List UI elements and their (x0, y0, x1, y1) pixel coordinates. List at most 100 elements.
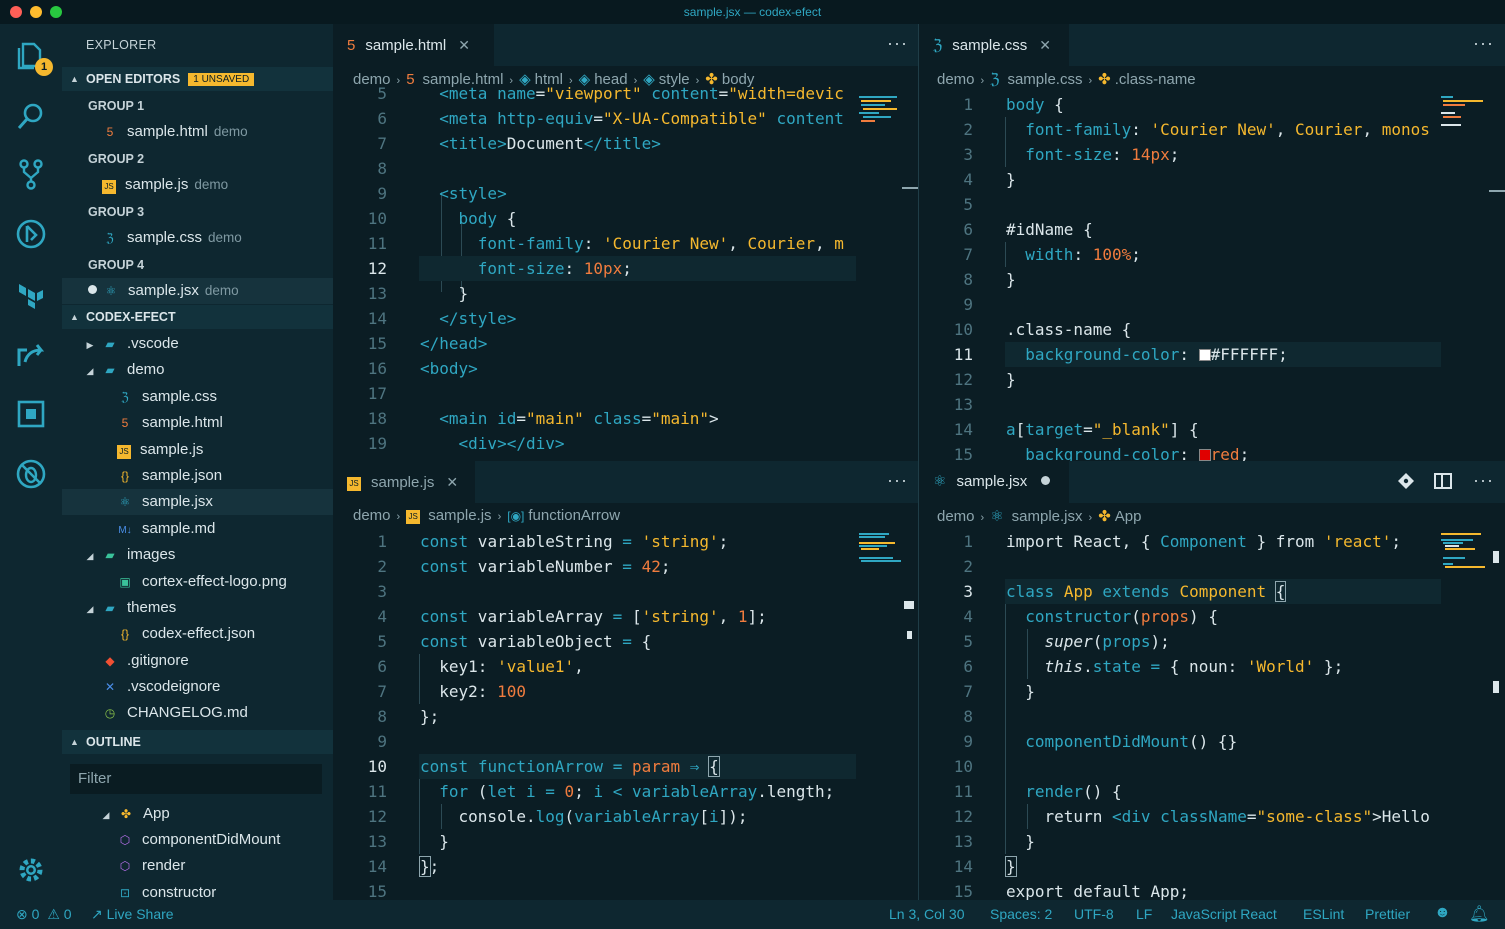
live-share-button[interactable]: ↗ Live Share (91, 906, 174, 923)
outline-header[interactable]: ▲ OUTLINE (62, 730, 333, 754)
react-file-icon: ⚛ (119, 495, 131, 509)
breadcrumb-item[interactable]: .class-name (1115, 71, 1196, 88)
breadcrumb-item[interactable]: functionArrow (528, 507, 620, 524)
open-editors-header[interactable]: ▲ OPEN EDITORS 1 UNSAVED (62, 67, 333, 91)
breadcrumb-item[interactable]: App (1115, 508, 1142, 525)
tree-item[interactable]: JS sample.js (62, 437, 333, 463)
breadcrumb-item[interactable]: sample.jsx (1012, 508, 1083, 525)
open-editor-sample-js[interactable]: JS sample.js demo (62, 172, 333, 198)
explorer-icon[interactable]: 1 (13, 38, 53, 76)
more-actions-icon[interactable]: ··· (1473, 33, 1494, 54)
outline-filter-input[interactable]: Filter (70, 764, 322, 794)
language-mode[interactable]: JavaScript React (1171, 906, 1277, 922)
breadcrumb-item[interactable]: demo (937, 71, 975, 88)
outline-item[interactable]: ⊡ constructor (62, 880, 333, 900)
outline-item[interactable]: ⬡ componentDidMount (62, 827, 333, 853)
more-actions-icon[interactable]: ··· (887, 470, 908, 491)
tree-item[interactable]: ◆ .gitignore (62, 648, 333, 674)
tree-item[interactable]: ◷ CHANGELOG.md (62, 700, 333, 726)
line-number: 6 (377, 657, 387, 676)
tab-sample-css[interactable]: ℨsample.css ✕ (919, 24, 1069, 66)
tab-sample-js[interactable]: JS sample.js ✕ (333, 461, 475, 503)
scrollbar-marker[interactable] (1493, 681, 1499, 693)
scrollbar-thumb[interactable] (904, 601, 914, 609)
cursor-position[interactable]: Ln 3, Col 30 (889, 906, 965, 922)
code-area[interactable]: 5 <meta name="viewport" content="width=d… (333, 84, 918, 461)
open-editor-sample-css[interactable]: ℨsample.css demo (62, 225, 333, 251)
encoding-indicator[interactable]: UTF-8 (1074, 906, 1114, 922)
tree-item[interactable]: ▣ cortex-effect-logo.png (62, 569, 333, 595)
breadcrumb-item[interactable]: demo (937, 508, 975, 525)
breadcrumb-item[interactable]: sample.js (428, 507, 491, 524)
minimap[interactable] (859, 531, 903, 571)
tree-item[interactable]: ◢ ▰ demo (62, 357, 333, 383)
outline-item[interactable]: ⬡ render (62, 853, 333, 879)
tab-sample-html[interactable]: 5 sample.html ✕ (333, 24, 494, 66)
code-area[interactable]: 1 const variableString = 'string'; 2 const… (333, 529, 918, 900)
line-number: 7 (963, 682, 973, 701)
feedback-smiley-icon[interactable]: ☻ (1434, 904, 1451, 922)
code-area[interactable]: 1 body { 2 font-family: 'Courier New', Co… (919, 92, 1505, 461)
tree-item[interactable]: {} sample.json (62, 463, 333, 489)
tab-sample-jsx[interactable]: ⚛ sample.jsx (919, 461, 1069, 503)
more-actions-icon[interactable]: ··· (1473, 470, 1494, 491)
open-editor-sample-html[interactable]: 5 sample.html demo (62, 119, 333, 145)
extensions-icon[interactable] (13, 396, 49, 432)
prettier-indicator[interactable]: Prettier (1365, 906, 1410, 922)
tree-item[interactable]: ✕ .vscodeignore (62, 674, 333, 700)
folder-themes-icon: ▰ (105, 601, 115, 615)
line-number: 6 (963, 220, 973, 239)
line-number: 10 (367, 209, 387, 228)
line-number: 3 (963, 145, 973, 164)
tree-item[interactable]: ◢ ▰ images (62, 542, 333, 568)
breadcrumb-item[interactable]: demo (353, 507, 391, 524)
tab-bar: JS sample.js ✕ ··· (333, 461, 918, 503)
scrollbar-marker[interactable] (1489, 190, 1505, 192)
tree-item[interactable]: ℨsample.css (62, 384, 333, 410)
problems-indicator[interactable]: ⊗ 0 ⚠ 0 (16, 906, 72, 923)
gear-icon[interactable] (13, 852, 49, 888)
color-swatch[interactable] (1198, 349, 1211, 361)
class-icon: ✤ (1098, 508, 1111, 525)
scrollbar-marker[interactable] (902, 187, 918, 189)
git-compare-icon[interactable] (1397, 472, 1415, 490)
tree-item[interactable]: 5 sample.html (62, 410, 333, 436)
scrollbar-marker[interactable] (907, 631, 912, 639)
project-header[interactable]: ▲ CODEX-EFECT (62, 305, 333, 329)
close-icon[interactable]: ✕ (458, 37, 470, 53)
split-editor-icon[interactable] (1434, 473, 1452, 489)
tree-item[interactable]: M↓ sample.md (62, 516, 333, 542)
open-editor-file: sample.jsx (128, 282, 199, 299)
eol-indicator[interactable]: LF (1136, 906, 1152, 922)
more-actions-icon[interactable]: ··· (887, 33, 908, 54)
live-share-icon[interactable] (13, 336, 49, 372)
scrollbar-marker[interactable] (1493, 551, 1499, 563)
line-number: 2 (963, 120, 973, 139)
tree-item-label: sample.js (140, 441, 204, 458)
close-icon[interactable]: ✕ (1039, 37, 1051, 53)
unsaved-dot-icon (88, 285, 97, 294)
js-file-icon: JS (117, 445, 131, 459)
eslint-indicator[interactable]: ESLint (1303, 906, 1344, 922)
open-editor-sample-jsx[interactable]: ⚛ sample.jsx demo (62, 278, 333, 304)
notifications-bell-icon[interactable]: 🔔︎ (1469, 904, 1489, 924)
tree-item-label: .gitignore (127, 652, 189, 669)
code-area[interactable]: 1 import React, { Component } from 'react… (919, 529, 1505, 900)
tree-item[interactable]: ⚛ sample.jsx (62, 489, 333, 515)
search-icon[interactable] (13, 98, 49, 134)
close-icon[interactable]: ✕ (446, 474, 458, 490)
tree-item[interactable]: {} codex-effect.json (62, 621, 333, 647)
outline-item[interactable]: ◢ ✤ App (62, 801, 333, 827)
breadcrumb-item[interactable]: sample.css (1007, 71, 1082, 88)
color-swatch[interactable] (1198, 449, 1211, 461)
tree-item[interactable]: ▶ ▰ .vscode (62, 331, 333, 357)
minimap[interactable] (1441, 531, 1485, 575)
minimap[interactable] (1441, 94, 1485, 134)
indentation-indicator[interactable]: Spaces: 2 (990, 906, 1052, 922)
tree-item[interactable]: ◢ ▰ themes (62, 595, 333, 621)
minimap[interactable] (859, 94, 903, 154)
no-debug-icon[interactable] (13, 456, 49, 492)
source-control-icon[interactable] (13, 156, 49, 192)
terraform-icon[interactable] (13, 276, 49, 312)
debug-icon[interactable] (13, 216, 49, 252)
